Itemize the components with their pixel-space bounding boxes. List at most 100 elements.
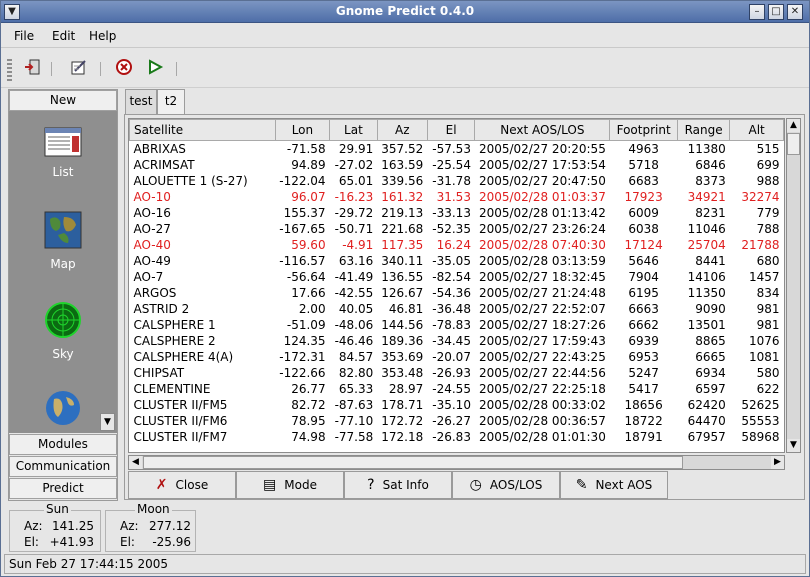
table-cell-footprint: 6195 — [628, 285, 659, 300]
moon-el-value: -25.96 — [152, 535, 191, 549]
table-row[interactable]: CALSPHERE 1 -51.09 -48.06 144.56 -78.83 2005/… — [130, 317, 784, 333]
maximize-button[interactable]: □ — [768, 4, 784, 20]
table-row[interactable]: CALSPHERE 4(A) -172.31 84.57 353.69 -20.07 20… — [130, 349, 784, 365]
menu-help[interactable]: Help — [89, 29, 116, 43]
table-row[interactable]: ASTRID 2 2.00 40.05 46.81 -36.48 2005/02/27 2… — [130, 301, 784, 317]
table-cell-lat: -46.46 — [334, 333, 374, 348]
moon-frame: Moon Az: 277.12 El: -25.96 — [105, 502, 196, 552]
table-row[interactable]: ARGOS 17.66 -42.55 126.67 -54.36 2005/02/27 2… — [130, 285, 784, 301]
sat-info-button[interactable]: ? Sat Info — [344, 471, 452, 499]
table-cell-range: 6846 — [695, 157, 726, 172]
close-window-button[interactable]: ✕ — [787, 4, 803, 20]
tab-t2[interactable]: t2 — [157, 89, 185, 115]
exit-button[interactable] — [22, 59, 42, 79]
column-header-footprint[interactable]: Footprint — [609, 119, 678, 141]
shortcut-group-new[interactable]: New — [9, 90, 117, 111]
scroll-right-button[interactable]: ▶ — [771, 456, 784, 469]
table-row[interactable]: AO-7 -56.64 -41.49 136.55 -82.54 2005/02/27 1… — [130, 269, 784, 285]
table-row[interactable]: ABRIXAS -71.58 29.91 357.52 -57.53 2005/02/27… — [130, 141, 784, 157]
table-row[interactable]: AO-16 155.37 -29.72 219.13 -33.13 2005/02/28 … — [130, 205, 784, 221]
stop-button[interactable] — [114, 59, 134, 79]
table-cell-lat: 84.57 — [338, 349, 374, 364]
horizontal-scrollbar[interactable]: ◀ ▶ — [128, 455, 785, 470]
close-module-button[interactable]: ✗ Close — [128, 471, 236, 499]
table-row[interactable]: ALOUETTE 1 (S-27) -122.04 65.01 339.56 -31.7… — [130, 173, 784, 189]
table-row[interactable]: CLUSTER II/FM7 74.98 -77.58 172.18 -26.83 200… — [130, 429, 784, 445]
title-bar[interactable]: ▼ Gnome Predict 0.4.0 – □ ✕ — [1, 1, 809, 23]
table-cell-alt: 52625 — [741, 397, 780, 412]
table-cell-alt: 58968 — [741, 429, 780, 444]
table-cell-lon: -71.58 — [286, 141, 326, 156]
table-cell-range: 11350 — [687, 285, 726, 300]
edit-preferences-button[interactable] — [69, 59, 89, 79]
table-row[interactable]: AO-49 -116.57 63.16 340.11 -35.05 2005/02/28 … — [130, 253, 784, 269]
table-row[interactable]: ACRIMSAT 94.89 -27.02 163.59 -25.54 2005/02/2… — [130, 157, 784, 173]
toolbar — [1, 50, 809, 88]
shortcut-group-modules[interactable]: Modules — [9, 434, 117, 455]
vertical-scrollbar[interactable]: ▲ ▼ — [786, 118, 801, 453]
shortcut-map-label: Map — [50, 257, 76, 271]
table-row[interactable]: CLUSTER II/FM6 78.95 -77.10 172.72 -26.27 200… — [130, 413, 784, 429]
table-cell-el: -35.05 — [432, 253, 471, 268]
table-cell-satellite: CLUSTER II/FM5 — [133, 397, 228, 412]
toolbar-grip[interactable] — [7, 59, 12, 81]
tab-panel: Satellite Lon Lat Az El Next AOS/LOS Foo… — [124, 114, 805, 500]
table-cell-next-aos-los: 2005/02/27 17:59:43 — [478, 333, 606, 348]
vertical-scroll-thumb[interactable] — [787, 133, 800, 155]
close-module-label: Close — [175, 478, 209, 492]
table-cell-lat: -77.10 — [334, 413, 374, 428]
column-header-lat[interactable]: Lat — [329, 119, 378, 141]
shortcut-list[interactable]: List — [9, 127, 117, 179]
table-cell-footprint: 6662 — [628, 317, 659, 332]
table-row[interactable]: CLUSTER II/FM5 82.72 -87.63 178.71 -35.10 200… — [130, 397, 784, 413]
column-header-alt[interactable]: Alt — [729, 119, 784, 141]
table-cell-footprint: 7904 — [628, 269, 659, 284]
scroll-left-button[interactable]: ◀ — [129, 456, 142, 469]
chevron-left-icon: ◀ — [132, 457, 139, 467]
play-icon — [146, 58, 164, 80]
menu-file[interactable]: File — [14, 29, 34, 43]
table-cell-az: 136.55 — [381, 269, 424, 284]
table-cell-range: 8231 — [695, 205, 726, 220]
shortcut-group-body: List Map Sky ▼ — [9, 111, 117, 433]
shortcut-group-communication[interactable]: Communication — [9, 456, 117, 477]
column-header-satellite[interactable]: Satellite — [129, 119, 276, 141]
shortcut-map[interactable]: Map — [9, 211, 117, 271]
aos-los-button[interactable]: ◷ AOS/LOS — [452, 471, 560, 499]
shortcut-scroll-down[interactable]: ▼ — [100, 413, 115, 431]
satellite-list[interactable]: Satellite Lon Lat Az El Next AOS/LOS Foo… — [128, 118, 785, 453]
column-header-lon[interactable]: Lon — [274, 119, 331, 141]
shortcut-sky[interactable]: Sky — [9, 301, 117, 361]
mode-button[interactable]: ▤ Mode — [236, 471, 344, 499]
table-row[interactable]: CHIPSAT -122.66 82.80 353.48 -26.93 2005/02/2… — [130, 365, 784, 381]
column-header-el[interactable]: El — [426, 119, 476, 141]
table-cell-alt: 988 — [756, 173, 780, 188]
column-header-az[interactable]: Az — [376, 119, 428, 141]
scroll-up-button[interactable]: ▲ — [787, 119, 800, 132]
table-row[interactable]: CALSPHERE 2 124.35 -46.46 189.36 -34.45 2005/… — [130, 333, 784, 349]
column-header-range[interactable]: Range — [676, 119, 731, 141]
play-button[interactable] — [145, 59, 165, 79]
minimize-button[interactable]: – — [749, 4, 765, 20]
table-cell-footprint: 5247 — [628, 365, 659, 380]
scroll-down-button[interactable]: ▼ — [787, 439, 800, 452]
table-cell-lon: 26.77 — [291, 381, 326, 396]
table-row[interactable]: AO-40 59.60 -4.91 117.35 16.24 2005/02/28 07:… — [130, 237, 784, 253]
table-row[interactable]: AO-27 -167.65 -50.71 221.68 -52.35 2005/02/27… — [130, 221, 784, 237]
table-cell-az: 340.11 — [381, 253, 424, 268]
next-aos-button[interactable]: ✎ Next AOS — [560, 471, 668, 499]
table-row[interactable]: CLEMENTINE 26.77 65.33 28.97 -24.55 2005/02/2… — [130, 381, 784, 397]
table-cell-range: 6934 — [695, 365, 726, 380]
table-cell-satellite: ALOUETTE 1 (S-27) — [133, 173, 248, 188]
tab-test[interactable]: test — [125, 89, 157, 114]
column-header-next-aos-los[interactable]: Next AOS/LOS — [474, 119, 611, 141]
shortcut-group-predict[interactable]: Predict — [9, 478, 117, 499]
list-icon — [9, 127, 117, 161]
table-cell-alt: 699 — [756, 157, 780, 172]
table-cell-range: 8441 — [695, 253, 726, 268]
table-cell-lon: -122.04 — [279, 173, 326, 188]
table-cell-satellite: CLEMENTINE — [133, 381, 211, 396]
table-row[interactable]: AO-10 96.07 -16.23 161.32 31.53 2005/02/28 01… — [130, 189, 784, 205]
horizontal-scroll-thumb[interactable] — [143, 456, 683, 469]
menu-edit[interactable]: Edit — [52, 29, 75, 43]
